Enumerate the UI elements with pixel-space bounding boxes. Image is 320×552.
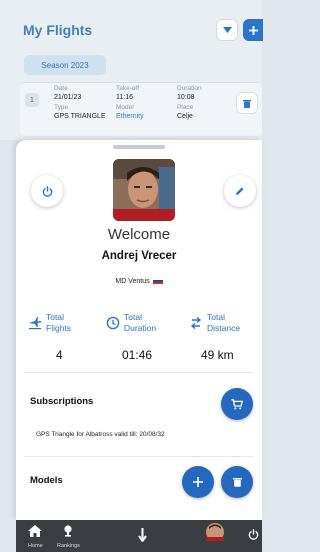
nav-home[interactable]: Home <box>28 524 43 549</box>
nav-logout[interactable] <box>248 527 259 545</box>
duration-value: 10:08 <box>177 94 195 101</box>
glider-name: MD Ventus <box>115 278 150 285</box>
profile-sheet: Welcome Andrej Vrecer MD Ventus Total Fli… <box>16 140 262 520</box>
add-model-button[interactable] <box>182 466 214 498</box>
bottom-nav: Home Rankings <box>16 520 262 552</box>
plus-icon <box>193 477 203 487</box>
user-name: Andrej Vrecer <box>101 250 177 262</box>
model-label: Model <box>116 104 134 111</box>
total-distance-value: 49 km <box>201 348 234 362</box>
arrow-down-icon <box>138 528 147 543</box>
place-label: Place <box>177 104 194 111</box>
plus-icon <box>248 25 258 35</box>
delete-model-button[interactable] <box>221 466 253 498</box>
drag-handle[interactable] <box>113 145 165 149</box>
logout-button[interactable] <box>31 175 63 207</box>
total-flights-label: Total Flights <box>46 312 72 333</box>
takeoff-value: 11:16 <box>116 94 133 101</box>
route-icon <box>190 316 202 330</box>
page-title: My Flights <box>23 22 93 38</box>
cart-icon <box>231 398 243 409</box>
filter-button[interactable] <box>216 19 238 41</box>
divider <box>24 372 254 373</box>
nav-rankings-label: Rankings <box>57 543 80 549</box>
buy-subscription-button[interactable] <box>221 388 253 420</box>
add-flight-button[interactable] <box>243 19 263 41</box>
trash-icon <box>232 478 242 487</box>
date-cell: Date 21/01/23 Type GPS TRIANGLE <box>54 85 106 123</box>
chevron-down-icon <box>222 26 232 33</box>
plane-icon <box>29 317 41 330</box>
app-header: My Flights <box>0 18 263 48</box>
season-chip[interactable]: Season 2023 <box>24 55 106 75</box>
models-title: Models <box>30 475 63 486</box>
nav-home-label: Home <box>28 543 43 549</box>
season-label: Season 2023 <box>41 60 89 70</box>
nav-rankings[interactable]: Rankings <box>57 524 80 549</box>
flight-row[interactable]: 1 Date 21/01/23 Type GPS TRIANGLE Take-o… <box>20 82 262 136</box>
type-value: GPS TRIANGLE <box>54 113 106 120</box>
power-icon <box>42 185 52 197</box>
model-link[interactable]: Ethernity <box>116 113 144 120</box>
place-value: Celje <box>177 113 193 120</box>
date-value: 21/01/23 <box>54 94 82 101</box>
nav-import[interactable] <box>138 528 147 547</box>
glider-info: MD Ventus <box>16 278 262 285</box>
duration-label: Duration <box>177 85 202 92</box>
subscriptions-title: Subscriptions <box>30 396 94 407</box>
pencil-icon <box>236 187 244 195</box>
divider <box>24 456 254 457</box>
flight-index: 1 <box>25 93 39 107</box>
nav-profile[interactable] <box>206 523 224 546</box>
slovenia-flag-icon <box>152 278 163 285</box>
clock-icon <box>106 316 120 330</box>
duration-cell: Duration 10:08 Place Celje <box>177 85 202 123</box>
date-label: Date <box>54 85 68 92</box>
type-label: Type <box>54 104 69 111</box>
power-icon <box>248 529 259 540</box>
takeoff-label: Take-off <box>116 85 140 92</box>
takeoff-cell: Take-off 11:16 Model Ethernity <box>116 85 144 123</box>
edit-profile-button[interactable] <box>224 175 256 207</box>
profile-avatar-icon <box>206 523 224 541</box>
avatar <box>113 159 175 221</box>
trash-icon <box>243 99 251 108</box>
trophy-icon <box>64 525 73 537</box>
total-duration-value: 01:46 <box>122 348 153 362</box>
total-distance-label: Total Distance <box>207 312 241 333</box>
total-flights-value: 4 <box>56 348 63 362</box>
delete-flight-button[interactable] <box>236 92 258 114</box>
welcome-text: Welcome <box>107 226 171 243</box>
home-icon <box>28 525 43 537</box>
subscription-item: GPS Triangle for Albatross valid till: 2… <box>36 431 165 438</box>
total-duration-label: Total Duration <box>124 312 157 333</box>
